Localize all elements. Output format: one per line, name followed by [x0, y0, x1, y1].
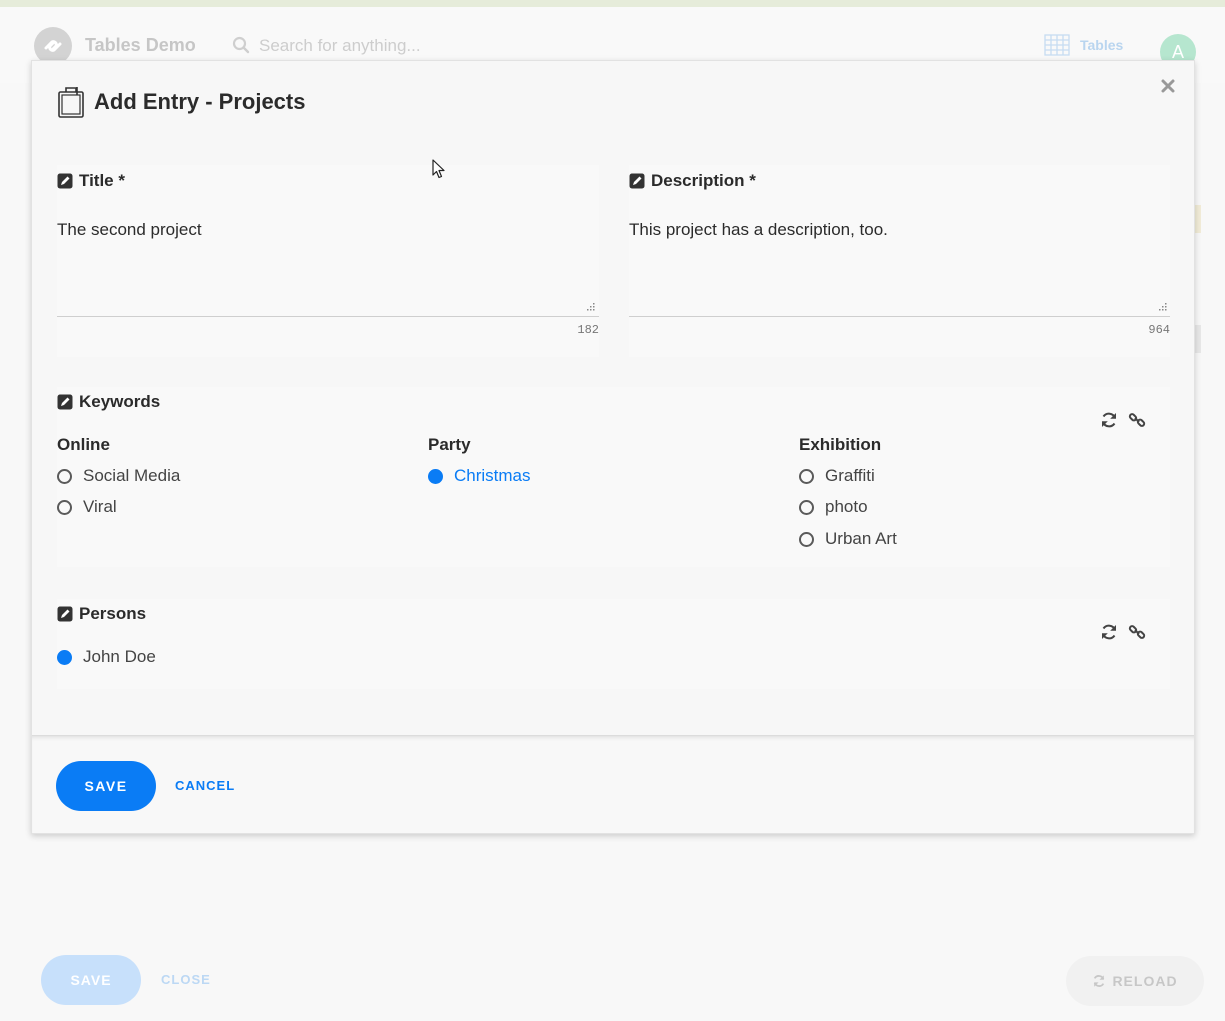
refresh-icon[interactable]	[1100, 411, 1118, 429]
top-strip	[0, 0, 1225, 7]
description-field-input[interactable]: This project has a description, too.	[629, 220, 888, 240]
keyword-option-label: Viral	[83, 497, 117, 516]
keyword-option-label: Social Media	[83, 466, 181, 485]
title-field-label: Title *	[57, 171, 125, 191]
description-field-panel: Description * This project has a descrip…	[629, 165, 1170, 357]
modal-footer: SAVE CANCEL	[32, 735, 1194, 833]
keyword-option-urban-art[interactable]: Urban Art	[799, 529, 897, 549]
resize-handle-icon[interactable]	[585, 303, 595, 313]
keyword-option-label: Christmas	[454, 466, 531, 485]
nav-tables-label: Tables	[1080, 37, 1124, 53]
title-field-panel: Title * The second project 182	[57, 165, 599, 357]
link-icon[interactable]	[1128, 411, 1146, 429]
refresh-icon	[1094, 975, 1105, 987]
keyword-option-christmas[interactable]: Christmas	[428, 466, 531, 486]
background-save-button[interactable]: SAVE	[41, 955, 141, 1005]
title-field-underline	[57, 316, 599, 317]
background-peek	[1195, 325, 1201, 353]
keyword-option-viral[interactable]: Viral	[57, 497, 117, 517]
radio-checked[interactable]	[57, 649, 72, 665]
radio-checked[interactable]	[428, 468, 443, 484]
persons-label-text: Persons	[79, 604, 147, 623]
keyword-option-label: Graffiti	[825, 466, 875, 485]
description-char-counter: 964	[1148, 323, 1170, 337]
cancel-button[interactable]: CANCEL	[175, 778, 235, 793]
keyword-option-photo[interactable]: photo	[799, 497, 868, 517]
keyword-group-title: Exhibition	[799, 435, 882, 454]
search-icon	[232, 36, 250, 54]
keyword-option-label: photo	[825, 497, 868, 516]
edit-icon	[57, 606, 73, 622]
add-entry-modal: Add Entry - Projects Title * The second …	[31, 60, 1195, 834]
resize-handle-icon[interactable]	[1157, 303, 1167, 313]
description-field-label-text: Description *	[651, 171, 756, 190]
keyword-option-graffiti[interactable]: Graffiti	[799, 466, 875, 486]
save-button[interactable]: SAVE	[56, 761, 156, 811]
link-icon[interactable]	[1128, 623, 1146, 641]
mouse-cursor-icon	[432, 159, 445, 179]
radio-unchecked[interactable]	[57, 499, 72, 515]
edit-icon	[629, 173, 645, 189]
background-peek	[1195, 205, 1201, 233]
clipboard-icon	[58, 87, 84, 118]
persons-panel: Persons John Doe	[57, 599, 1170, 689]
edit-icon	[57, 394, 73, 410]
close-icon[interactable]	[1160, 78, 1176, 94]
title-field-label-text: Title *	[79, 171, 125, 190]
radio-unchecked[interactable]	[799, 499, 814, 515]
background-close-button[interactable]: CLOSE	[161, 972, 211, 987]
table-grid-icon	[1044, 34, 1070, 56]
radio-unchecked[interactable]	[57, 468, 72, 484]
persons-label: Persons	[57, 604, 146, 624]
keywords-panel: Keywords Online Social Media Viral Party…	[57, 387, 1170, 567]
person-option-label: John Doe	[83, 647, 156, 666]
reload-label: RELOAD	[1112, 973, 1178, 989]
modal-title: Add Entry - Projects	[94, 89, 306, 114]
app-title[interactable]: Tables Demo	[85, 35, 196, 56]
title-field-input[interactable]: The second project	[57, 220, 202, 240]
radio-unchecked[interactable]	[799, 468, 814, 484]
keyword-option-label: Urban Art	[825, 529, 897, 548]
keyword-option-social-media[interactable]: Social Media	[57, 466, 180, 486]
nav-tables-link[interactable]: Tables	[1044, 34, 1123, 56]
description-field-label: Description *	[629, 171, 756, 191]
keyword-group-title: Online	[57, 435, 110, 454]
keywords-label-text: Keywords	[79, 392, 161, 411]
title-char-counter: 182	[577, 323, 599, 337]
radio-unchecked[interactable]	[799, 531, 814, 547]
search-input[interactable]	[259, 33, 579, 59]
description-field-underline	[629, 316, 1170, 317]
refresh-icon[interactable]	[1100, 623, 1118, 641]
person-option-john-doe[interactable]: John Doe	[57, 647, 156, 667]
keywords-label: Keywords	[57, 392, 160, 412]
background-reload-button[interactable]: RELOAD	[1066, 956, 1204, 1006]
edit-icon	[57, 173, 73, 189]
keyword-group-title: Party	[428, 435, 471, 454]
